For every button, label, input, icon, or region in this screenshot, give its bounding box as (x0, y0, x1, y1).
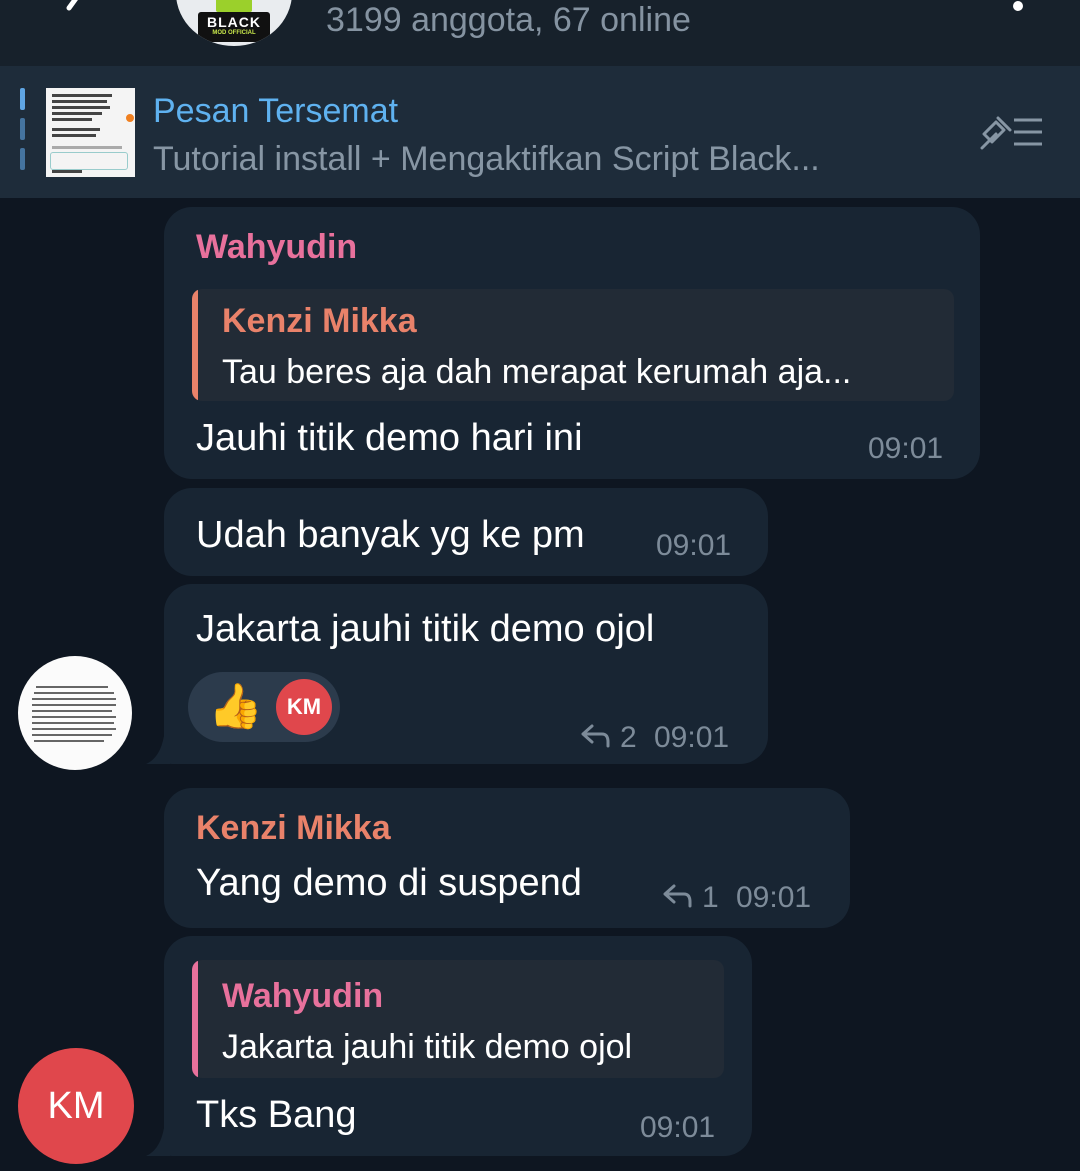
pin-indicator (20, 118, 25, 140)
reply-arrow-icon (580, 722, 612, 750)
chat-header: BLACK MOD OFFICIAL 3199 anggota, 67 onli… (0, 0, 1080, 66)
reply-count: 2 (620, 721, 637, 754)
quote-text: Jakarta jauhi titik demo ojol (222, 1028, 633, 1066)
user-avatar[interactable]: KM (18, 1048, 134, 1164)
message-bubble[interactable]: Wahyudin Jakarta jauhi titik demo ojol T… (164, 936, 752, 1156)
pinned-message-bar[interactable]: Pesan Tersemat Tutorial install + Mengak… (0, 66, 1080, 198)
message-text: Udah banyak yg ke pm (196, 514, 585, 556)
thumbs-up-icon: 👍 (208, 682, 263, 731)
reply-quote[interactable]: Kenzi Mikka Tau beres aja dah merapat ke… (192, 289, 954, 401)
pin-indicator (20, 148, 25, 170)
pinned-text: Tutorial install + Mengaktifkan Script B… (153, 140, 820, 178)
message-text: Jakarta jauhi titik demo ojol (196, 608, 655, 650)
members-status[interactable]: 3199 anggota, 67 online (326, 0, 691, 40)
quote-bar (192, 960, 198, 1078)
message-text: Yang demo di suspend (196, 862, 582, 904)
message-time: 09:01 (736, 881, 812, 914)
pinned-list-icon[interactable] (976, 112, 1046, 154)
logo-subtext: MOD OFFICIAL (212, 30, 256, 36)
bubble-tail (146, 736, 170, 764)
reply-arrow-icon (662, 882, 694, 910)
reply-count: 1 (702, 881, 719, 914)
quote-text: Tau beres aja dah merapat kerumah aja... (222, 353, 852, 391)
reaction-avatar: KM (276, 679, 332, 735)
reply-quote[interactable]: Wahyudin Jakarta jauhi titik demo ojol (192, 960, 724, 1078)
quote-bar (192, 289, 198, 401)
message-time: 09:01 (656, 529, 732, 562)
logo-mark (216, 0, 252, 12)
message-time: 09:01 (640, 1111, 716, 1144)
message-bubble[interactable]: Udah banyak yg ke pm 09:01 (164, 488, 768, 576)
message-bubble[interactable]: Wahyudin Kenzi Mikka Tau beres aja dah m… (164, 207, 980, 479)
bubble-tail (146, 1128, 170, 1156)
quote-sender: Kenzi Mikka (222, 302, 417, 340)
reaction-chip[interactable]: 👍 KM (188, 672, 340, 742)
back-arrow-icon[interactable] (55, 0, 99, 26)
message-text: Jauhi titik demo hari ini (196, 417, 583, 459)
pinned-thumbnail (46, 88, 135, 177)
message-bubble[interactable]: Kenzi Mikka Yang demo di suspend 1 09:01 (164, 788, 850, 928)
sender-name[interactable]: Kenzi Mikka (196, 808, 391, 848)
message-text: Tks Bang (196, 1094, 357, 1136)
quote-sender: Wahyudin (222, 977, 384, 1015)
message-time: 09:01 (654, 721, 730, 754)
user-avatar[interactable] (18, 656, 132, 770)
group-avatar[interactable]: BLACK MOD OFFICIAL (176, 0, 292, 46)
group-logo: BLACK MOD OFFICIAL (198, 12, 270, 42)
logo-text: BLACK (207, 14, 261, 30)
pin-indicator (20, 88, 25, 110)
message-time: 09:01 (868, 432, 944, 465)
sender-name[interactable]: Wahyudin (196, 227, 357, 267)
pinned-title: Pesan Tersemat (153, 92, 399, 130)
more-menu-icon[interactable] (1008, 0, 1028, 20)
